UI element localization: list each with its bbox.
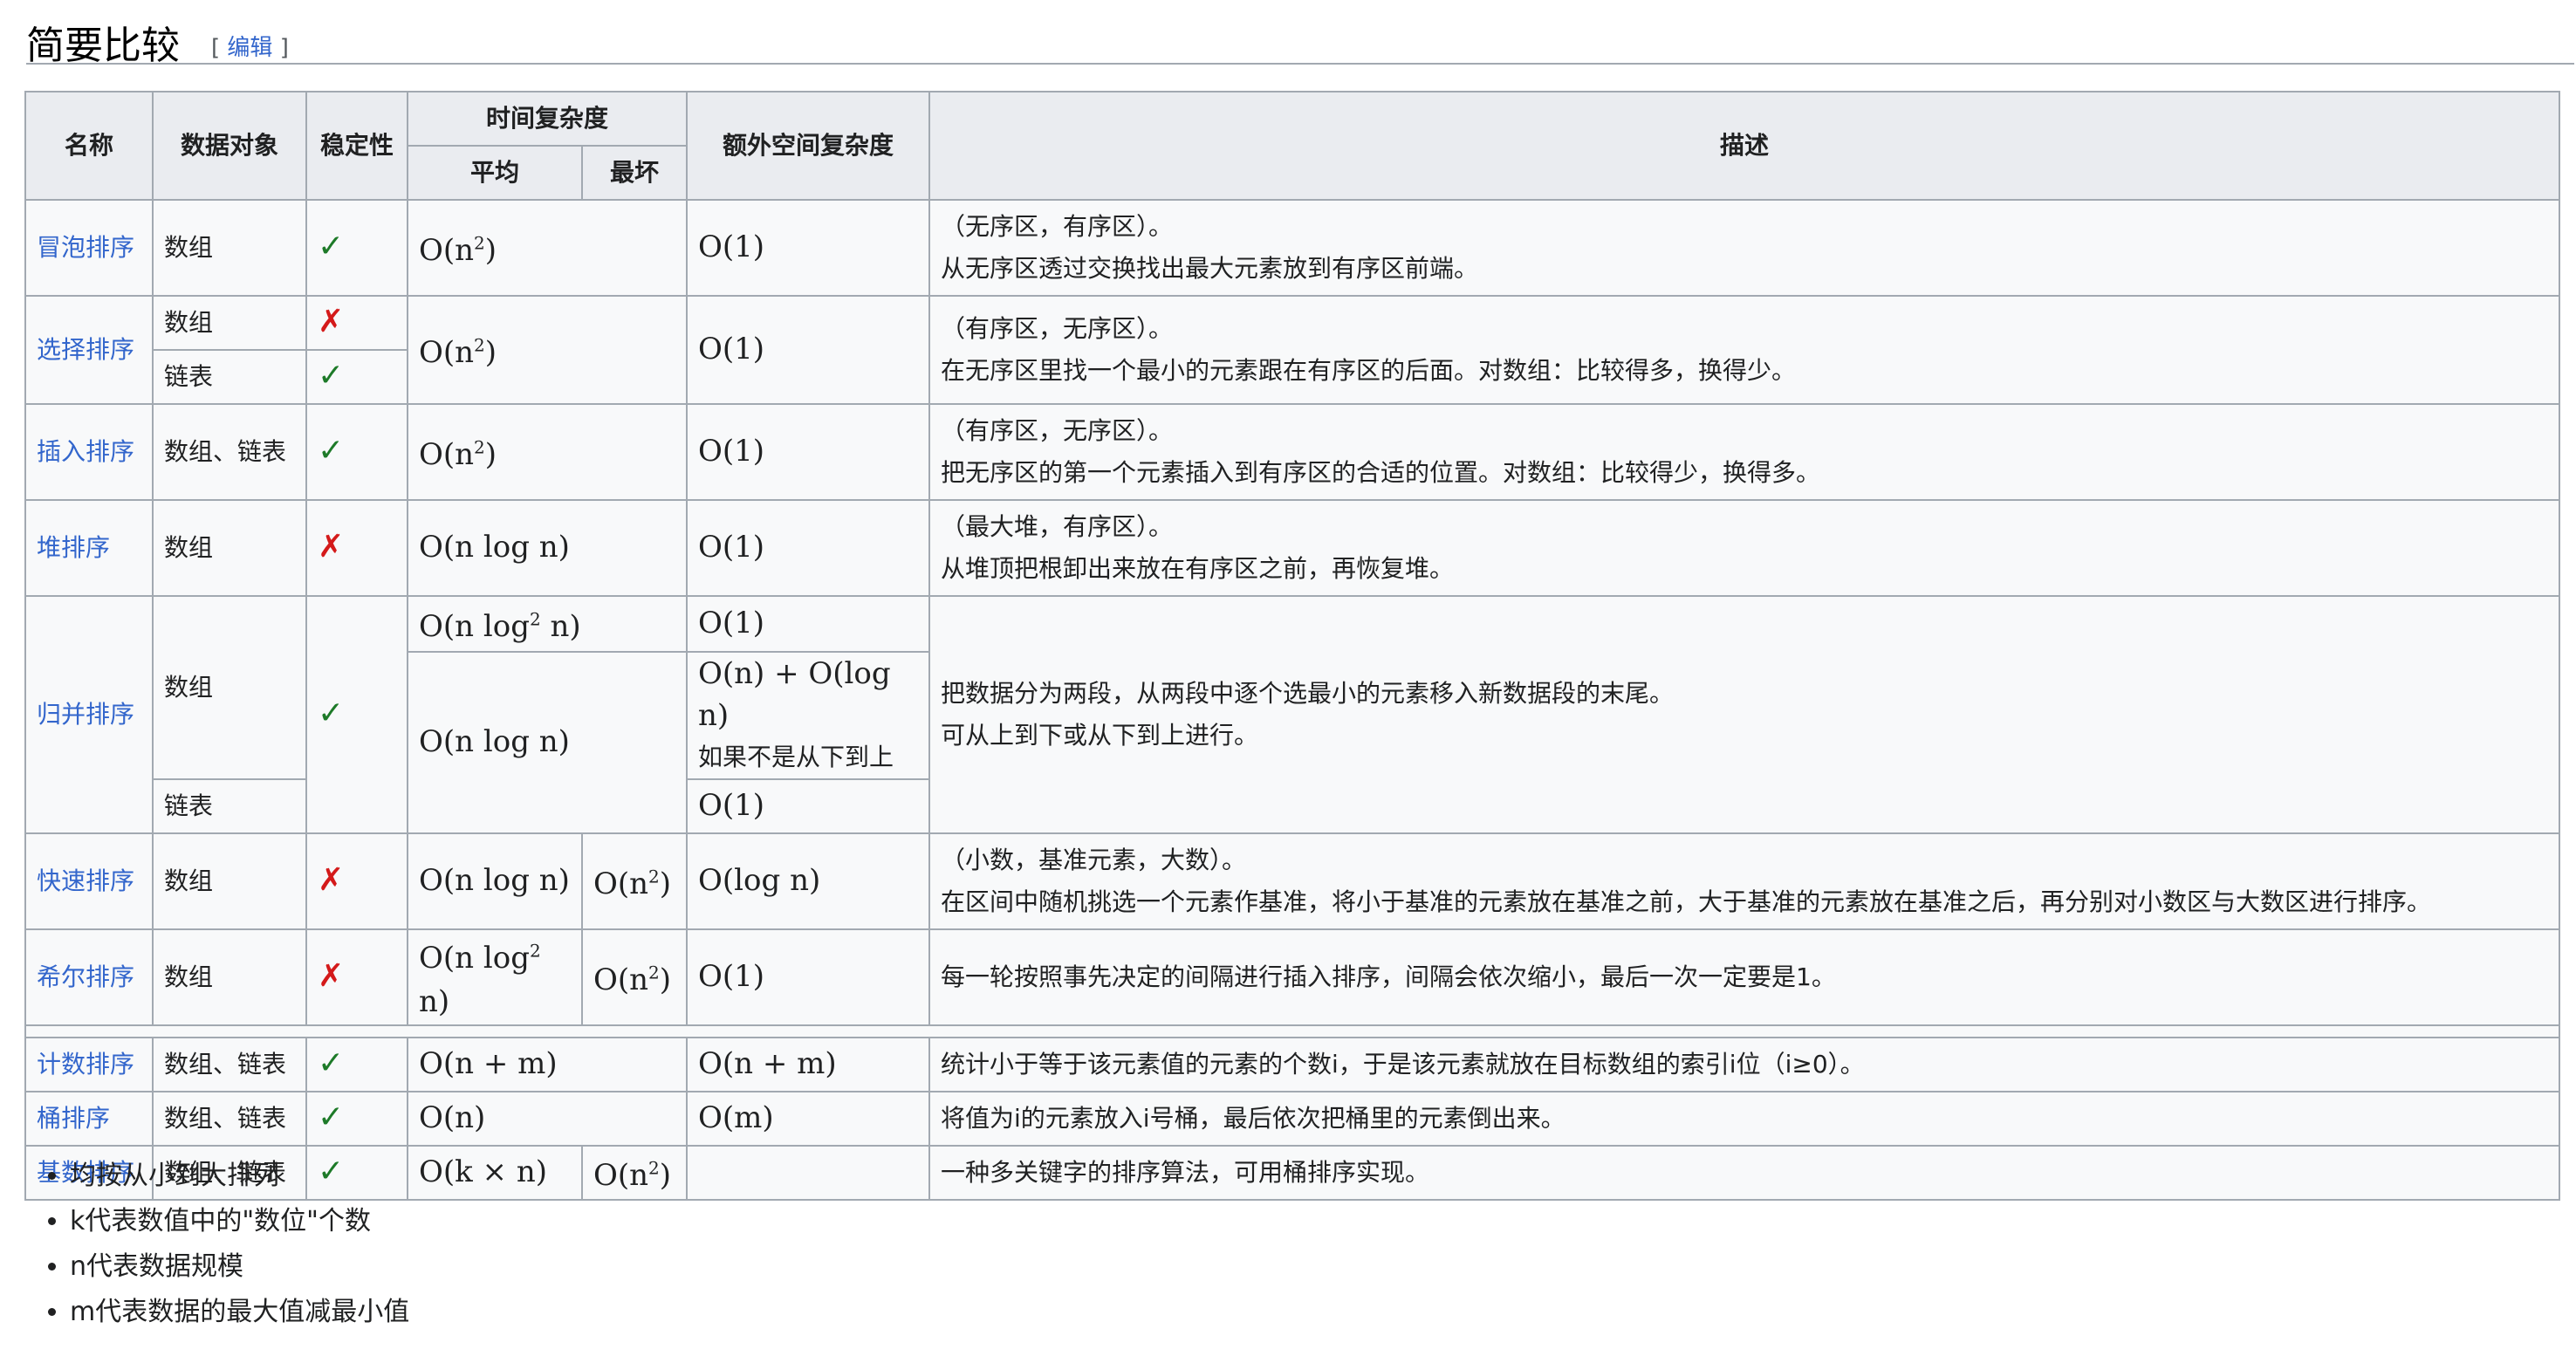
header-name: 名称 xyxy=(24,91,154,201)
description: （无序区，有序区）。 从无序区透过交换找出最大元素放到有序区前端。 xyxy=(928,199,2561,297)
table-separator xyxy=(24,1024,2561,1039)
data-object: 链表 xyxy=(152,349,307,405)
description: （有序区，无序区）。 把无序区的第一个元素插入到有序区的合适的位置。对数组：比较得… xyxy=(928,403,2561,501)
stable-icon: ✓ xyxy=(305,1037,408,1093)
table-row: 桶排序 数组、链表 ✓ O(n) O(m) 将值为i的元素放入i号桶，最后依次把… xyxy=(24,1091,2561,1147)
worst-complexity: O(n2) xyxy=(580,1145,689,1202)
page: 简要比较 [ 编辑 ] 名称 数据对象 稳定性 时间复杂度 额外空间复杂度 描述… xyxy=(0,0,2576,1363)
table-row: 计数排序 数组、链表 ✓ O(n + m) O(n + m) 统计小于等于该元素… xyxy=(24,1037,2561,1093)
avg-complexity: O(k × n) xyxy=(407,1145,583,1202)
edit-link[interactable]: 编辑 xyxy=(227,35,272,61)
edit-bracket-open: [ xyxy=(211,35,221,61)
description: 把数据分为两段，从两段中逐个选最小的元素移入新数据段的末尾。 可从上到下或从下到上… xyxy=(928,595,2561,834)
stable-icon: ✓ xyxy=(305,349,408,405)
list-item: n代表数据规模 xyxy=(70,1244,409,1290)
data-object: 数组 xyxy=(152,595,307,780)
algorithm-link[interactable]: 插入排序 xyxy=(24,403,154,501)
unstable-icon: ✗ xyxy=(305,295,408,351)
table-row: 快速排序 数组 ✗ O(n log n) O(n2) O(log n) （小数，… xyxy=(24,832,2561,930)
edit-bracket-close: ] xyxy=(279,35,289,61)
data-object: 数组 xyxy=(152,199,307,297)
data-object: 数组、链表 xyxy=(152,1091,307,1147)
description: （小数，基准元素，大数）。 在区间中随机挑选一个元素作基准，将小于基准的元素放在基… xyxy=(928,832,2561,930)
description: （有序区，无序区）。 在无序区里找一个最小的元素跟在有序区的后面。对数组：比较得多… xyxy=(928,295,2561,405)
avg-complexity: O(n log n) xyxy=(406,651,689,834)
description: 统计小于等于该元素值的元素的个数i，于是该元素就放在目标数组的索引i位（i≥0）… xyxy=(928,1037,2561,1093)
header-stability: 稳定性 xyxy=(305,91,408,201)
algorithm-link[interactable]: 选择排序 xyxy=(24,295,154,405)
space-note: 如果不是从下到上 xyxy=(698,743,894,771)
stable-icon: ✓ xyxy=(305,1091,408,1147)
avg-complexity: O(n log n) xyxy=(407,832,583,930)
description: （最大堆，有序区）。 从堆顶把根卸出来放在有序区之前，再恢复堆。 xyxy=(928,499,2561,597)
algorithm-link[interactable]: 桶排序 xyxy=(24,1091,154,1147)
header-data-object: 数据对象 xyxy=(152,91,307,201)
algorithm-link[interactable]: 归并排序 xyxy=(24,595,154,834)
data-object: 数组 xyxy=(152,928,307,1027)
description: 将值为i的元素放入i号桶，最后依次把桶里的元素倒出来。 xyxy=(928,1091,2561,1147)
space-complexity: O(n) + O(log n) 如果不是从下到上 xyxy=(686,651,931,780)
avg-complexity: O(n2) xyxy=(406,403,689,501)
worst-complexity: O(n2) xyxy=(580,832,689,930)
space-complexity: O(1) xyxy=(686,595,931,653)
stable-icon: ✓ xyxy=(305,403,408,501)
algorithm-link[interactable]: 计数排序 xyxy=(24,1037,154,1093)
header-space-complexity: 额外空间复杂度 xyxy=(686,91,931,201)
table-row: 选择排序 数组 ✗ O(n2) O(1) （有序区，无序区）。 在无序区里找一个最… xyxy=(24,295,2561,405)
header-average: 平均 xyxy=(407,145,583,201)
data-object: 数组 xyxy=(152,832,307,930)
algorithm-link[interactable]: 堆排序 xyxy=(24,499,154,597)
space-complexity: O(1) xyxy=(686,928,931,1027)
algorithm-link[interactable]: 希尔排序 xyxy=(24,928,154,1027)
space-complexity: O(n + m) xyxy=(686,1037,931,1093)
header-worst: 最坏 xyxy=(580,145,689,201)
unstable-icon: ✗ xyxy=(305,832,408,930)
table-row: 冒泡排序 数组 ✓ O(n2) O(1) （无序区，有序区）。 从无序区透过交换找… xyxy=(24,199,2561,297)
space-complexity: O(1) xyxy=(686,295,931,405)
unstable-icon: ✗ xyxy=(305,499,408,597)
avg-complexity: O(n2) xyxy=(406,199,689,297)
avg-complexity: O(n log2 n) xyxy=(407,928,583,1027)
space-complexity: O(1) xyxy=(686,499,931,597)
table-row: 堆排序 数组 ✗ O(n log n) O(1) （最大堆，有序区）。 从堆顶把根… xyxy=(24,499,2561,597)
section-heading: 简要比较 [ 编辑 ] xyxy=(26,9,2574,68)
space-complexity: O(m) xyxy=(686,1091,931,1147)
avg-complexity: O(n + m) xyxy=(406,1037,689,1093)
table-row: 归并排序 数组 ✓ O(n log2 n) O(1) 把数据分为两段，从两段中逐… xyxy=(24,595,2561,834)
space-complexity xyxy=(686,1145,931,1202)
avg-complexity: O(n log n) xyxy=(406,499,689,597)
algorithm-link[interactable]: 冒泡排序 xyxy=(24,199,154,297)
data-object: 链表 xyxy=(152,778,307,834)
data-object: 数组 xyxy=(152,295,307,351)
header-time-complexity: 时间复杂度 xyxy=(406,91,689,147)
stable-icon: ✓ xyxy=(305,595,408,834)
notes-list: 均按从小到大排列 k代表数值中的"数位"个数 n代表数据规模 m代表数据的最大值… xyxy=(35,1154,409,1335)
table-row: 希尔排序 数组 ✗ O(n log2 n) O(n2) O(1) 每一轮按照事先… xyxy=(24,928,2561,1027)
description: 一种多关键字的排序算法，可用桶排序实现。 xyxy=(928,1145,2561,1202)
space-complexity: O(1) xyxy=(686,778,931,834)
avg-complexity: O(n log2 n) xyxy=(406,595,689,653)
space-complexity: O(1) xyxy=(686,403,931,501)
data-object: 数组 xyxy=(152,499,307,597)
data-object: 数组、链表 xyxy=(152,1037,307,1093)
algorithm-link[interactable]: 快速排序 xyxy=(24,832,154,930)
space-complexity: O(log n) xyxy=(686,832,931,930)
unstable-icon: ✗ xyxy=(305,928,408,1027)
comparison-table: 名称 数据对象 稳定性 时间复杂度 额外空间复杂度 描述 平均 最坏 冒泡排序 … xyxy=(24,91,2561,1202)
stable-icon: ✓ xyxy=(305,199,408,297)
list-item: m代表数据的最大值减最小值 xyxy=(70,1290,409,1335)
space-complexity: O(1) xyxy=(686,199,931,297)
list-item: k代表数值中的"数位"个数 xyxy=(70,1199,409,1244)
avg-complexity: O(n2) xyxy=(406,295,689,405)
header-description: 描述 xyxy=(928,91,2561,201)
section-edit-link: [ 编辑 ] xyxy=(211,30,289,62)
section-title: 简要比较 xyxy=(26,24,180,68)
data-object: 数组、链表 xyxy=(152,403,307,501)
worst-complexity: O(n2) xyxy=(580,928,689,1027)
description: 每一轮按照事先决定的间隔进行插入排序，间隔会依次缩小，最后一次一定要是1。 xyxy=(928,928,2561,1027)
table-row: 插入排序 数组、链表 ✓ O(n2) O(1) （有序区，无序区）。 把无序区的第… xyxy=(24,403,2561,501)
avg-complexity: O(n) xyxy=(406,1091,689,1147)
list-item: 均按从小到大排列 xyxy=(70,1154,409,1199)
